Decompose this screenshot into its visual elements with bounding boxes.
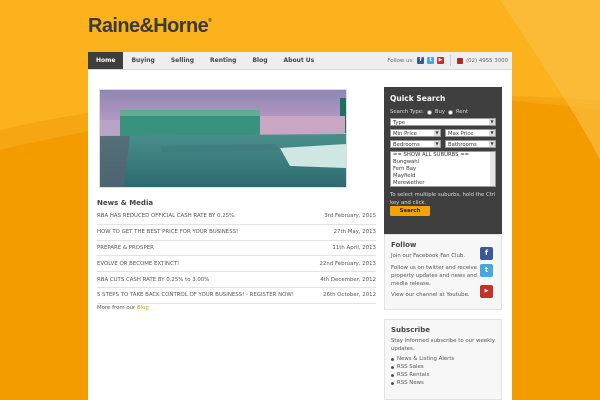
suburb-option[interactable]: Bungwahl	[393, 159, 495, 166]
news-item: PREPARE & PROSPER 11th April, 2013	[97, 241, 376, 257]
news-item: RBA CUTS CASH RATE BY 0.25% to 3.00% 4th…	[97, 272, 376, 288]
facebook-icon[interactable]: f	[480, 247, 493, 260]
subscribe-item-label: News & Listing Alerts	[397, 356, 455, 362]
buy-radio[interactable]	[426, 109, 432, 115]
bullet-icon	[391, 373, 394, 377]
subscribe-list: News & Listing Alerts RSS Sales RSS Rent…	[391, 355, 454, 387]
chevron-down-icon: ▼	[489, 141, 495, 147]
news-item-title[interactable]: 5 STEPS TO TAKE BACK CONTROL OF YOUR BUS…	[97, 292, 294, 298]
twitter-icon[interactable]: t	[427, 57, 435, 64]
subscribe-text: Stay informed subscribe to our weekly up…	[391, 338, 495, 352]
twitter-text: Follow us on twitter and receive propert…	[391, 265, 478, 287]
follow-panel: Follow Join our Facebook Fan Club. f Fol…	[384, 234, 502, 310]
bathrooms-select[interactable]: Bathrooms ▼	[445, 140, 496, 148]
blog-link[interactable]: Blog	[137, 305, 149, 311]
youtube-text: View our channel at Youtube.	[391, 292, 470, 298]
news-item-date: 3rd February, 2015	[324, 213, 376, 220]
multi-select-hint: To select multiple suburbs, hold the Ctr…	[390, 192, 496, 206]
search-button[interactable]: Search	[390, 206, 430, 216]
news-item-date: 11th April, 2013	[332, 244, 376, 251]
suburb-option[interactable]: Mayfield	[393, 173, 495, 180]
type-select[interactable]: Type ▼	[390, 118, 496, 126]
min-price-value: Min Price	[393, 131, 418, 137]
chevron-down-icon: ▼	[434, 141, 440, 147]
follow-us-label: Follow us:	[387, 57, 415, 64]
news-item-date: 27th May, 2013	[333, 229, 376, 236]
news-item-date: 26th October, 2012	[323, 292, 376, 299]
news-item-date: 22nd February, 2013	[319, 260, 376, 267]
news-item: EVOLVE OR BECOME EXTINCT! 22nd February,…	[97, 256, 376, 273]
nav-social: Follow us: f t ▶ (02) 4955 3000	[387, 52, 512, 69]
search-type: Search Type: Buy Rent	[390, 109, 468, 115]
nav-renting[interactable]: Renting	[202, 52, 244, 69]
news-item-title[interactable]: EVOLVE OR BECOME EXTINCT!	[97, 261, 179, 267]
news-item: RBA HAS REDUCED OFFICIAL CASH RATE BY 0.…	[97, 209, 376, 225]
chevron-down-icon: ▼	[489, 130, 495, 136]
hero-image	[99, 89, 347, 188]
subscribe-panel: Subscribe Stay informed subscribe to our…	[384, 319, 502, 400]
rent-radio[interactable]	[447, 109, 453, 115]
list-item[interactable]: RSS Rentals	[391, 371, 454, 379]
bullet-icon	[391, 365, 394, 369]
youtube-icon[interactable]: ▶	[437, 57, 445, 64]
news-item: 5 STEPS TO TAKE BACK CONTROL OF YOUR BUS…	[97, 288, 376, 304]
content-area: News & Media RBA HAS REDUCED OFFICIAL CA…	[88, 70, 512, 400]
youtube-icon[interactable]: ▶	[480, 285, 493, 298]
subscribe-item-label: RSS Rentals	[397, 372, 430, 378]
news-item-title[interactable]: RBA CUTS CASH RATE BY 0.25% to 3.00%	[97, 277, 209, 283]
nav-buying[interactable]: Buying	[123, 52, 162, 69]
min-price-select[interactable]: Min Price ▼	[390, 129, 441, 137]
bullet-icon	[391, 357, 394, 361]
facebook-icon[interactable]: f	[417, 57, 425, 64]
suburbs-listbox[interactable]: == SHOW ALL SUBURBS == Bungwahl Fern Bay…	[390, 151, 496, 187]
main-nav: Home Buying Selling Renting Blog About U…	[88, 52, 512, 70]
rent-label: Rent	[455, 109, 469, 115]
news-item: HOW TO GET THE BEST PRICE FOR YOUR BUSIN…	[97, 225, 376, 241]
suburb-option[interactable]: Fern Bay	[393, 166, 495, 173]
twitter-icon[interactable]: t	[480, 264, 493, 277]
nav-selling[interactable]: Selling	[163, 52, 202, 69]
max-price-select[interactable]: Max Price ▼	[445, 129, 496, 137]
news-list: RBA HAS REDUCED OFFICIAL CASH RATE BY 0.…	[97, 209, 376, 304]
quick-search-heading: Quick Search	[390, 94, 446, 103]
news-item-title[interactable]: PREPARE & PROSPER	[97, 245, 154, 251]
trademark-symbol: ®	[208, 18, 212, 24]
news-heading: News & Media	[97, 199, 154, 207]
max-price-value: Max Price	[448, 131, 474, 137]
brand-name: Raine&Horne	[88, 15, 209, 37]
search-type-label: Search Type:	[390, 109, 424, 115]
nav-blog[interactable]: Blog	[244, 52, 275, 69]
suburb-option[interactable]: Merewether	[393, 180, 495, 186]
nav-divider	[450, 55, 452, 66]
chevron-down-icon: ▼	[489, 119, 495, 125]
phone-number: (02) 4955 3000	[466, 57, 508, 64]
bathrooms-value: Bathrooms	[448, 142, 477, 148]
news-item-title[interactable]: HOW TO GET THE BEST PRICE FOR YOUR BUSIN…	[97, 229, 238, 235]
news-item-date: 4th December, 2012	[320, 276, 376, 283]
type-select-value: Type	[393, 120, 406, 126]
bedrooms-value: Bedrooms	[393, 142, 420, 148]
phone-icon	[457, 57, 464, 64]
bedrooms-select[interactable]: Bedrooms ▼	[390, 140, 441, 148]
subscribe-heading: Subscribe	[391, 326, 430, 334]
list-item[interactable]: RSS News	[391, 379, 454, 387]
brand-logo[interactable]: Raine&Horne®	[88, 15, 212, 38]
bullet-icon	[391, 381, 394, 385]
list-item[interactable]: RSS Sales	[391, 363, 454, 371]
subscribe-item-label: RSS News	[397, 380, 424, 386]
facebook-text: Join our Facebook Fan Club.	[391, 253, 466, 259]
follow-heading: Follow	[391, 241, 417, 249]
subscribe-item-label: RSS Sales	[397, 364, 424, 370]
more-from-blog: More from our Blog	[97, 305, 149, 311]
chevron-down-icon: ▼	[434, 130, 440, 136]
list-item[interactable]: News & Listing Alerts	[391, 355, 454, 363]
ocean-baths-photo	[100, 90, 346, 187]
more-prefix: More from our	[97, 305, 137, 311]
nav-about-us[interactable]: About Us	[276, 52, 323, 69]
buy-label: Buy	[434, 109, 445, 115]
nav-home[interactable]: Home	[88, 52, 124, 69]
suburbs-scrollbar[interactable]	[490, 152, 495, 186]
suburb-option[interactable]: == SHOW ALL SUBURBS ==	[393, 152, 495, 159]
news-item-title[interactable]: RBA HAS REDUCED OFFICIAL CASH RATE BY 0.…	[97, 213, 236, 219]
